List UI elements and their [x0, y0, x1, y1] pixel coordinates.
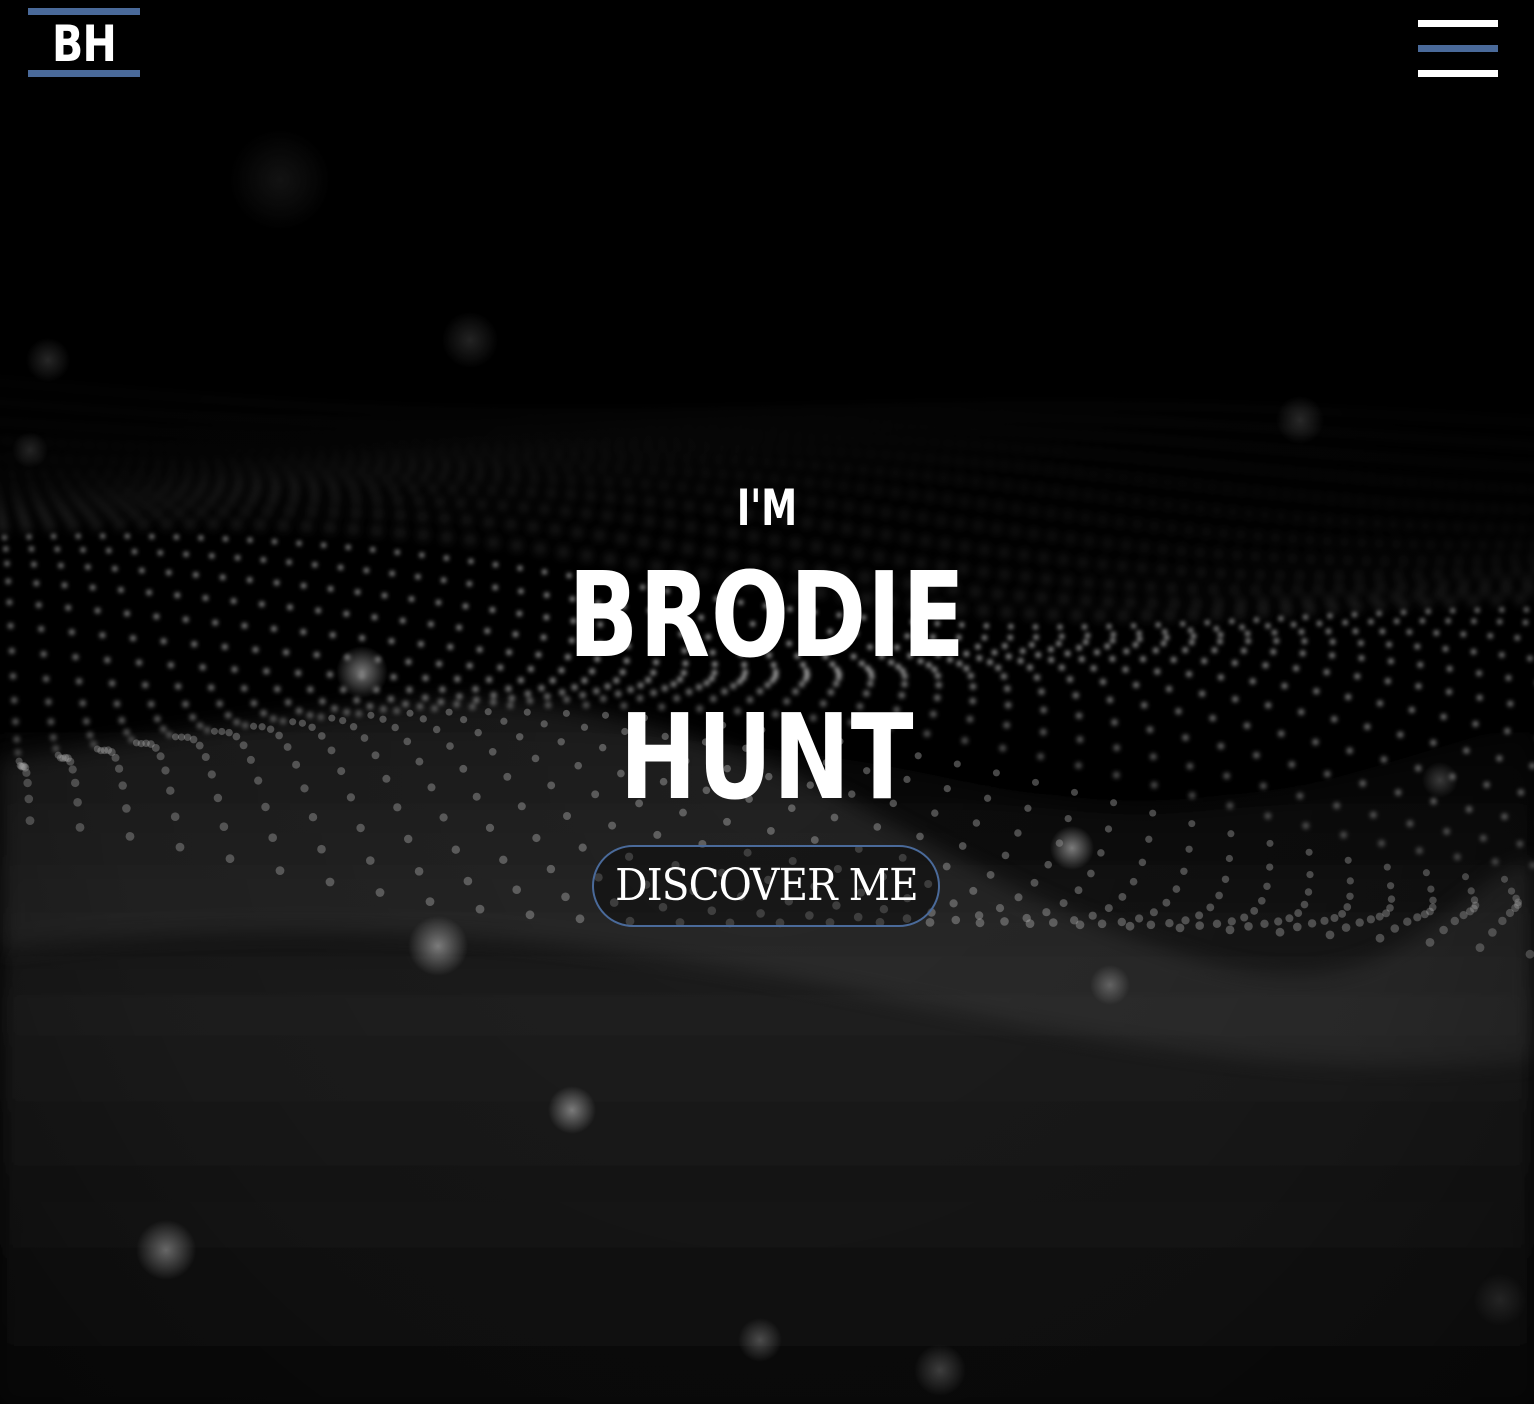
hero-last-name: HUNT [619, 688, 915, 826]
page: BH I'M BRODIE HUNT DISCOVER ME [0, 0, 1534, 1404]
hero-first-name: BRODIE [568, 546, 966, 684]
discover-me-label: DISCOVER ME [614, 860, 919, 911]
hero-section: I'M BRODIE HUNT DISCOVER ME [0, 0, 1534, 1404]
hero-intro: I'M [736, 479, 798, 537]
discover-me-button[interactable]: DISCOVER ME [592, 845, 940, 927]
